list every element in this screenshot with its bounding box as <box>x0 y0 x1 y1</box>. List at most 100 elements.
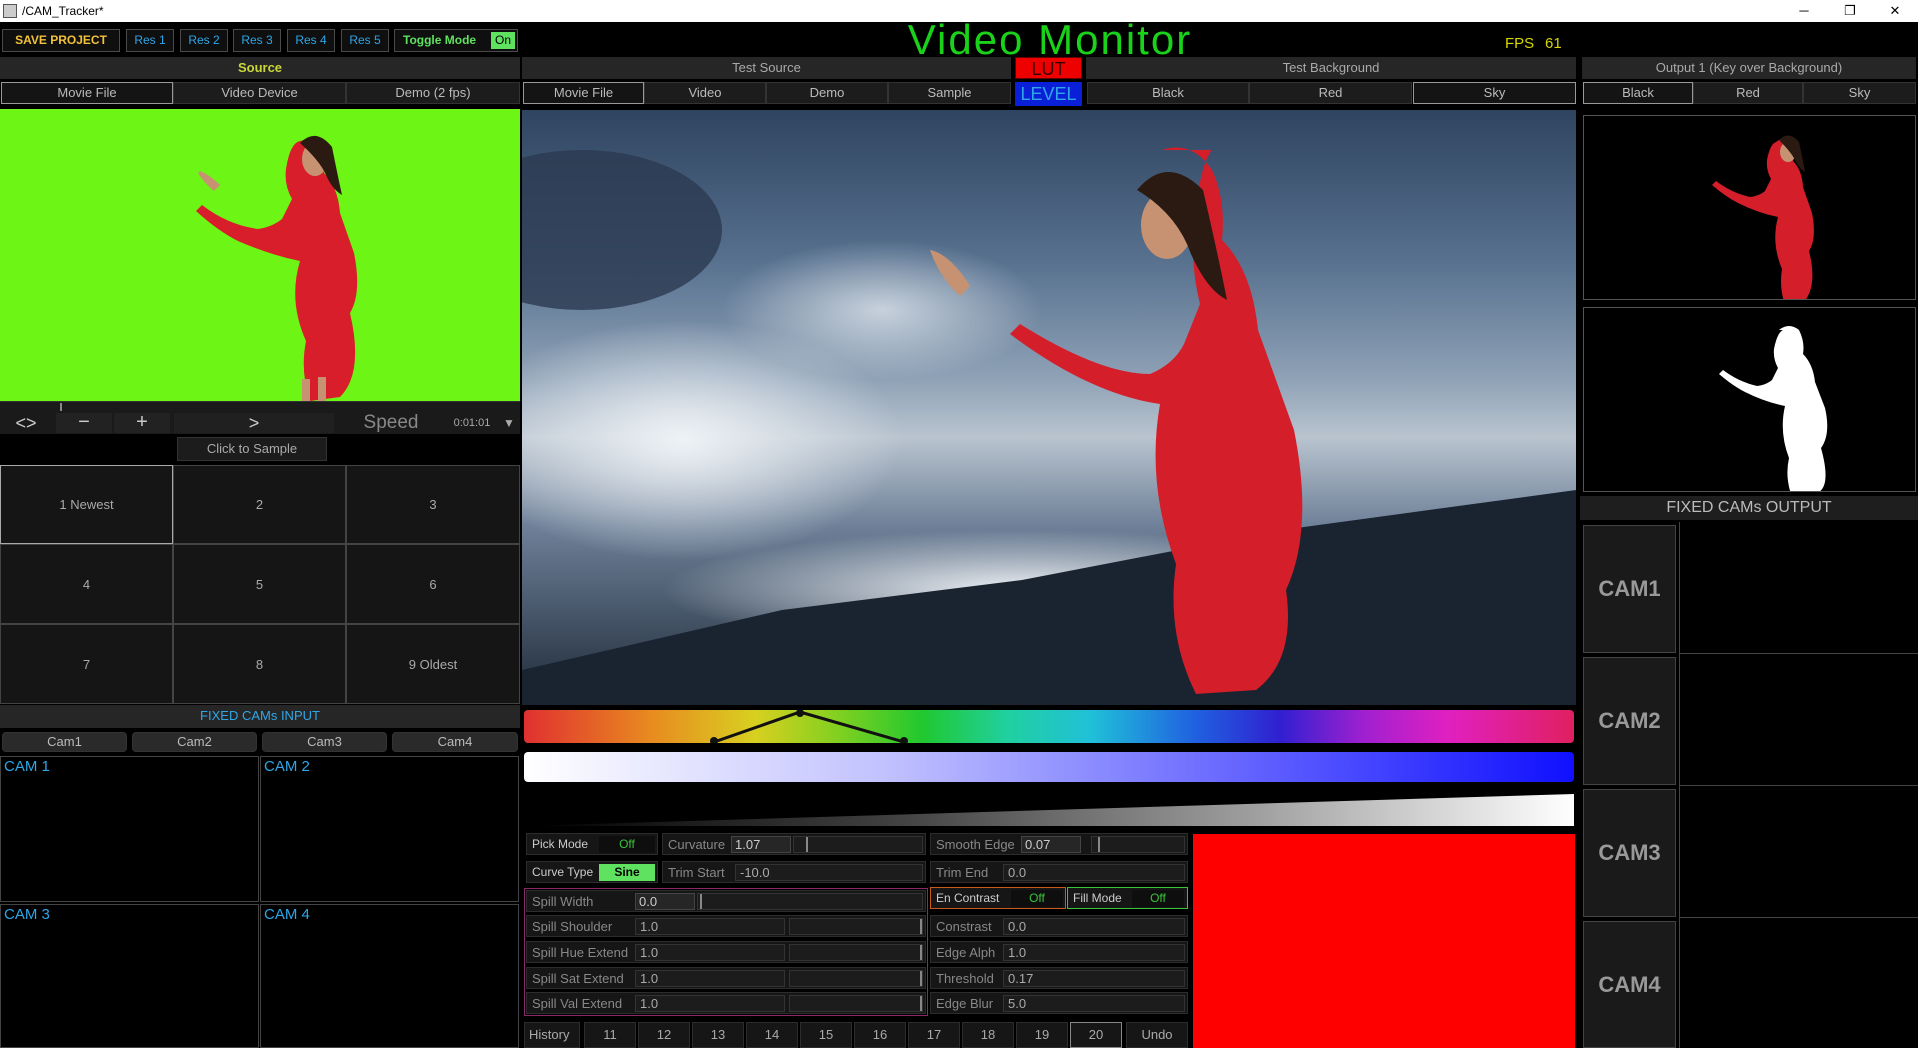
sample-cell-4[interactable]: 4 <box>0 544 173 624</box>
chevron-down-icon[interactable]: ▼ <box>500 415 518 432</box>
edge-alph-slider[interactable]: 1.0 <box>1003 944 1185 961</box>
en-contrast-toggle[interactable]: Off <box>1011 890 1063 907</box>
spill-shoulder-control[interactable]: Spill Shoulder 1.0 <box>526 915 926 937</box>
trim-start-control[interactable]: Trim Start -10.0 <box>662 861 926 883</box>
cam2-output-button[interactable]: CAM2 <box>1583 657 1676 785</box>
history-item-16[interactable]: 16 <box>854 1022 906 1048</box>
res-5-button[interactable]: Res 5 <box>341 29 389 52</box>
threshold-control[interactable]: Threshold 0.17 <box>930 967 1188 989</box>
curvature-value[interactable]: 1.07 <box>731 836 791 853</box>
minimize-button[interactable]: ─ <box>1781 0 1827 22</box>
spill-val-extend-value[interactable]: 1.0 <box>635 995 785 1012</box>
source-preview[interactable] <box>0 109 520 401</box>
spill-hue-extend-control[interactable]: Spill Hue Extend 1.0 <box>526 941 926 963</box>
curve-type-control[interactable]: Curve Type Sine <box>526 861 658 883</box>
hue-range-bar[interactable] <box>524 710 1574 743</box>
output-tab-sky[interactable]: Sky <box>1803 82 1916 104</box>
spill-width-value[interactable]: 0.0 <box>635 893 695 910</box>
speed-label[interactable]: Speed <box>340 413 442 433</box>
trim-start-slider[interactable]: -10.0 <box>735 864 923 881</box>
spill-sat-extend-control[interactable]: Spill Sat Extend 1.0 <box>526 967 926 989</box>
trim-end-control[interactable]: Trim End 0.0 <box>930 861 1188 883</box>
spill-shoulder-value[interactable]: 1.0 <box>635 918 785 935</box>
edge-blur-control[interactable]: Edge Blur 5.0 <box>930 992 1188 1014</box>
source-tab-movie-file[interactable]: Movie File <box>1 82 173 104</box>
history-item-13[interactable]: 13 <box>692 1022 744 1048</box>
pick-mode-toggle[interactable]: Off <box>599 836 655 853</box>
test-source-tab-video[interactable]: Video <box>644 82 766 104</box>
cam1-output-button[interactable]: CAM1 <box>1583 525 1676 653</box>
cam2-input-tab[interactable]: Cam2 <box>132 732 257 752</box>
smooth-edge-slider[interactable] <box>1091 836 1185 853</box>
output-tab-red[interactable]: Red <box>1693 82 1803 104</box>
lut-button[interactable]: LUT <box>1015 57 1082 79</box>
sample-cell-1[interactable]: 1 Newest <box>0 465 173 544</box>
plus-button[interactable]: + <box>114 412 170 433</box>
smooth-edge-control[interactable]: Smooth Edge 0.07 <box>930 833 1188 855</box>
save-project-button[interactable]: SAVE PROJECT <box>2 29 120 52</box>
key-color-swatch[interactable] <box>1193 834 1575 1048</box>
curvature-control[interactable]: Curvature 1.07 <box>662 833 926 855</box>
en-contrast-control[interactable]: En Contrast Off <box>930 887 1066 909</box>
source-tab-video-device[interactable]: Video Device <box>173 82 346 104</box>
sample-cell-6[interactable]: 6 <box>346 544 520 624</box>
scrub-marker[interactable] <box>60 403 62 411</box>
threshold-slider[interactable]: 0.17 <box>1003 970 1185 987</box>
test-bg-tab-red[interactable]: Red <box>1249 82 1412 104</box>
sample-cell-8[interactable]: 8 <box>173 624 346 704</box>
click-to-sample-button[interactable]: Click to Sample <box>177 437 327 461</box>
cam1-output-view[interactable] <box>1680 653 1918 654</box>
play-button[interactable]: > <box>174 413 334 433</box>
cam4-input-tab[interactable]: Cam4 <box>392 732 518 752</box>
spill-hue-extend-slider[interactable] <box>789 944 923 961</box>
test-source-tab-sample[interactable]: Sample <box>888 82 1011 104</box>
res-3-button[interactable]: Res 3 <box>233 29 281 52</box>
fill-mode-control[interactable]: Fill Mode Off <box>1067 887 1188 909</box>
cam4-input-view[interactable]: CAM 4 <box>260 904 519 1048</box>
sample-cell-9[interactable]: 9 Oldest <box>346 624 520 704</box>
spill-sat-extend-value[interactable]: 1.0 <box>635 970 785 987</box>
spill-val-extend-slider[interactable] <box>789 995 923 1012</box>
curve-type-toggle[interactable]: Sine <box>599 864 655 881</box>
pick-mode-control[interactable]: Pick Mode Off <box>526 833 658 855</box>
test-bg-tab-sky[interactable]: Sky <box>1413 82 1576 104</box>
toggle-mode-button[interactable]: Toggle Mode On <box>394 29 518 52</box>
test-source-tab-movie-file[interactable]: Movie File <box>523 82 644 104</box>
output-alpha-matte[interactable] <box>1583 307 1916 492</box>
main-video-monitor[interactable] <box>522 110 1576 705</box>
source-tab-demo[interactable]: Demo (2 fps) <box>346 82 520 104</box>
curvature-slider[interactable] <box>793 836 923 853</box>
res-4-button[interactable]: Res 4 <box>287 29 335 52</box>
cam3-input-view[interactable]: CAM 3 <box>0 904 259 1048</box>
sample-cell-7[interactable]: 7 <box>0 624 173 704</box>
saturation-range-bar[interactable] <box>524 752 1574 782</box>
edge-alph-control[interactable]: Edge Alph 1.0 <box>930 941 1188 963</box>
smooth-edge-value[interactable]: 0.07 <box>1021 836 1081 853</box>
history-item-18[interactable]: 18 <box>962 1022 1014 1048</box>
history-item-14[interactable]: 14 <box>746 1022 798 1048</box>
fill-mode-toggle[interactable]: Off <box>1132 890 1184 907</box>
history-item-12[interactable]: 12 <box>638 1022 690 1048</box>
spill-hue-extend-value[interactable]: 1.0 <box>635 944 785 961</box>
maximize-button[interactable]: ❐ <box>1827 0 1873 22</box>
cam2-input-view[interactable]: CAM 2 <box>260 756 519 902</box>
close-button[interactable]: ✕ <box>1872 0 1918 22</box>
res-1-button[interactable]: Res 1 <box>126 29 174 52</box>
history-item-15[interactable]: 15 <box>800 1022 852 1048</box>
output-key-preview[interactable] <box>1583 115 1916 300</box>
sample-cell-3[interactable]: 3 <box>346 465 520 544</box>
cam3-output-button[interactable]: CAM3 <box>1583 789 1676 917</box>
spill-sat-extend-slider[interactable] <box>789 970 923 987</box>
spill-val-extend-control[interactable]: Spill Val Extend 1.0 <box>526 992 926 1014</box>
edge-blur-slider[interactable]: 5.0 <box>1003 995 1185 1012</box>
level-button[interactable]: LEVEL <box>1015 82 1082 106</box>
cam1-input-tab[interactable]: Cam1 <box>2 732 127 752</box>
res-2-button[interactable]: Res 2 <box>180 29 228 52</box>
spill-shoulder-slider[interactable] <box>789 918 923 935</box>
constrast-slider[interactable]: 0.0 <box>1003 918 1185 935</box>
cam3-output-view[interactable] <box>1680 917 1918 918</box>
cam1-input-view[interactable]: CAM 1 <box>0 756 259 902</box>
trim-end-slider[interactable]: 0.0 <box>1003 864 1185 881</box>
undo-button[interactable]: Undo <box>1126 1022 1188 1048</box>
cam3-input-tab[interactable]: Cam3 <box>262 732 387 752</box>
